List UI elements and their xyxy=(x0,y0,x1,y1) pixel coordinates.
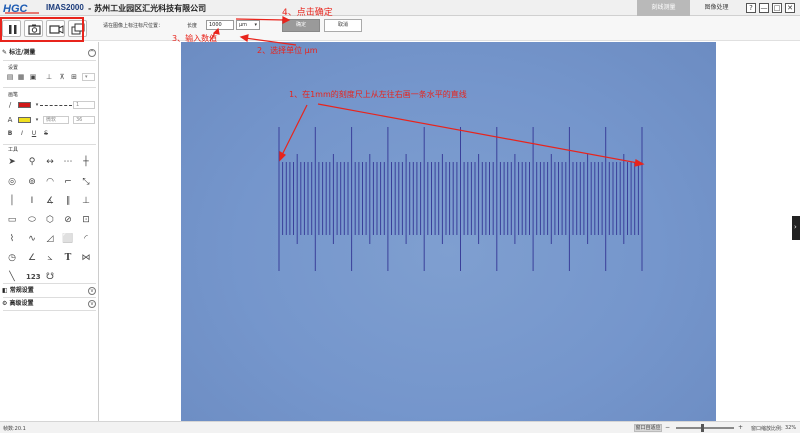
highlight-toolbar xyxy=(0,17,84,42)
annotation-step3: 3、输入数值 xyxy=(172,34,218,43)
zoom-slider[interactable] xyxy=(676,427,734,429)
arrow-step2-head xyxy=(239,34,249,43)
annotation-step4: 4、点击确定 xyxy=(282,8,333,18)
arrow-step1-left xyxy=(281,104,308,156)
zoom-in-icon[interactable]: + xyxy=(738,424,743,431)
arrow-step1-right-head xyxy=(634,159,645,167)
frame-rate: 帧数:20.1 xyxy=(3,426,26,432)
zoom-value: 32% xyxy=(785,425,797,431)
arrow-step2 xyxy=(244,37,297,46)
arrow-step1-left-head xyxy=(279,150,286,162)
zoom-label: 窗口缩放比例: xyxy=(751,426,783,432)
annotation-step1: 1、在1mm的刻度尺上从左往右画一条水平的直线 xyxy=(289,90,467,99)
zoom-slider-handle[interactable] xyxy=(701,424,704,432)
arrow-step1-right xyxy=(317,103,639,164)
annotation-overlay xyxy=(209,16,645,167)
status-bar: 帧数:20.1 窗口自适应 − + 窗口缩放比例: 32% xyxy=(0,421,800,433)
arrow-step4 xyxy=(235,18,286,21)
annotation-step2: 2、选择单位 μm xyxy=(257,46,318,55)
zoom-out-icon[interactable]: − xyxy=(665,424,670,431)
fit-window-button[interactable]: 窗口自适应 xyxy=(634,424,662,432)
